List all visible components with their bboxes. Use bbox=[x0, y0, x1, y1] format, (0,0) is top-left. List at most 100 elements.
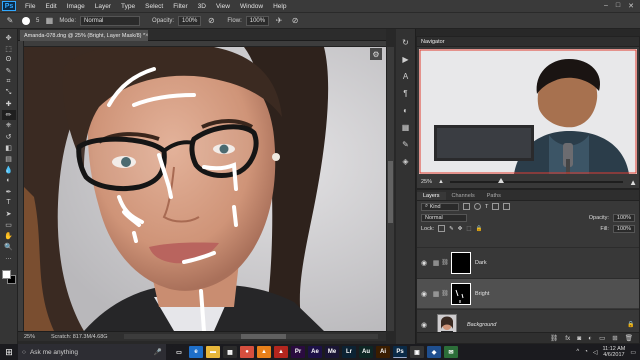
eyedropper-tool-icon[interactable]: ⤡ bbox=[2, 88, 16, 98]
notifications-icon[interactable]: ▭ bbox=[630, 349, 636, 356]
navigator-title[interactable]: Navigator bbox=[417, 37, 639, 47]
lasso-tool-icon[interactable]: ʘ bbox=[2, 55, 16, 65]
document-canvas[interactable] bbox=[24, 47, 386, 331]
foreground-color-swatch[interactable] bbox=[1, 270, 11, 279]
actions-panel-icon[interactable]: ▶ bbox=[399, 52, 413, 66]
pressure-opacity-icon[interactable]: ⊘ bbox=[205, 15, 217, 27]
taskbar-filezilla-icon[interactable]: ▲ bbox=[274, 346, 288, 358]
menu-view[interactable]: View bbox=[211, 3, 235, 10]
mask-link-icon[interactable]: ⛓ bbox=[441, 259, 449, 266]
hand-tool-icon[interactable]: ✋ bbox=[2, 231, 16, 241]
menu-edit[interactable]: Edit bbox=[40, 3, 61, 10]
pressure-size-icon[interactable]: ⊘ bbox=[289, 15, 301, 27]
tab-channels[interactable]: Channels bbox=[446, 192, 481, 200]
menu-file[interactable]: File bbox=[20, 3, 40, 10]
menu-select[interactable]: Select bbox=[140, 3, 168, 10]
lock-artboard-icon[interactable]: ⬚ bbox=[466, 226, 471, 232]
dodge-tool-icon[interactable]: ◐ bbox=[2, 176, 16, 186]
brush-panel-icon[interactable]: ✎ bbox=[399, 137, 413, 151]
maximize-button[interactable]: □ bbox=[616, 2, 620, 10]
brush-tool-icon[interactable]: ✏ bbox=[1, 110, 16, 120]
taskbar-after-effects-icon[interactable]: Ae bbox=[308, 346, 322, 358]
canvas-options-icon[interactable]: ⚙ bbox=[370, 48, 382, 60]
trash-icon[interactable]: 🗑 bbox=[625, 334, 633, 342]
menu-3d[interactable]: 3D bbox=[193, 3, 211, 10]
taskbar-search[interactable]: ○ Ask me anything 🎤 bbox=[18, 344, 166, 360]
vertical-scroll-thumb[interactable] bbox=[388, 160, 393, 224]
taskbar-illustrator-icon[interactable]: Ai bbox=[376, 346, 390, 358]
libraries-panel-icon[interactable]: ▦ bbox=[399, 120, 413, 134]
wifi-icon[interactable]: ◔ bbox=[584, 349, 588, 355]
taskbar-explorer-icon[interactable]: ▬ bbox=[206, 346, 220, 358]
volume-icon[interactable]: ◁ bbox=[593, 349, 598, 356]
document-tab[interactable]: Amanda-078.dng @ 25% (Bright, Layer Mask… bbox=[20, 30, 148, 41]
vertical-scrollbar[interactable] bbox=[386, 47, 394, 331]
taskbar-media-encoder-icon[interactable]: Me bbox=[325, 346, 339, 358]
close-window-button[interactable]: ✕ bbox=[628, 2, 634, 10]
quick-select-tool-icon[interactable]: ✎ bbox=[2, 66, 16, 76]
healing-tool-icon[interactable]: ✚ bbox=[2, 99, 16, 109]
history-brush-tool-icon[interactable]: ↺ bbox=[2, 132, 16, 142]
menu-image[interactable]: Image bbox=[62, 3, 90, 10]
layer-name[interactable]: Background bbox=[467, 322, 627, 328]
airbrush-icon[interactable]: ✈ bbox=[273, 15, 285, 27]
zoom-out-icon[interactable]: ▲ bbox=[438, 179, 444, 185]
color-swatches[interactable] bbox=[1, 270, 16, 284]
start-button[interactable]: ⊞ bbox=[0, 344, 18, 360]
fx-icon[interactable]: fx bbox=[565, 335, 570, 342]
taskbar-premiere-icon[interactable]: Pr bbox=[291, 346, 305, 358]
flow-field[interactable]: 100% bbox=[245, 15, 270, 26]
fill-field[interactable]: 100% bbox=[612, 224, 635, 233]
taskbar-app-dark-icon[interactable]: ▣ bbox=[410, 346, 424, 358]
layer-mask-thumbnail[interactable] bbox=[451, 251, 471, 274]
zoom-in-icon[interactable]: ▲ bbox=[629, 178, 637, 187]
zoom-slider-knob[interactable] bbox=[498, 178, 505, 183]
clone-stamp-tool-icon[interactable]: ⎈ bbox=[2, 121, 16, 131]
tab-paths[interactable]: Paths bbox=[481, 192, 507, 200]
more-tools-icon[interactable]: … bbox=[2, 253, 16, 263]
taskbar-chrome-icon[interactable]: ● bbox=[240, 346, 254, 358]
taskbar-store-icon[interactable]: ▦ bbox=[223, 346, 237, 358]
navigator-zoom-value[interactable]: 25% bbox=[421, 179, 432, 185]
navigator-zoom-slider[interactable] bbox=[449, 178, 624, 183]
tray-chevron-icon[interactable]: ^ bbox=[576, 349, 579, 355]
taskbar-task-view-icon[interactable]: ▭ bbox=[172, 346, 186, 358]
visibility-eye-icon[interactable]: ◉ bbox=[417, 290, 431, 298]
adjustment-filter-icon[interactable] bbox=[474, 203, 481, 210]
menu-type[interactable]: Type bbox=[116, 3, 140, 10]
character-panel-icon[interactable]: A bbox=[399, 69, 413, 83]
menu-filter[interactable]: Filter bbox=[168, 3, 192, 10]
menu-window[interactable]: Window bbox=[235, 3, 268, 10]
lock-transparent-icon[interactable] bbox=[438, 225, 446, 232]
taskbar-photoshop-icon[interactable]: Ps bbox=[393, 346, 407, 358]
minimize-button[interactable]: – bbox=[604, 2, 608, 10]
navigator-preview[interactable] bbox=[419, 49, 637, 174]
blur-tool-icon[interactable]: 💧 bbox=[2, 165, 16, 175]
brush-panel-toggle-icon[interactable]: ▦ bbox=[43, 15, 55, 27]
menu-help[interactable]: Help bbox=[268, 3, 291, 10]
type-tool-icon[interactable]: T bbox=[2, 198, 16, 208]
visibility-eye-icon[interactable]: ◉ bbox=[417, 259, 431, 267]
taskbar-app-blue-icon[interactable]: ◆ bbox=[427, 346, 441, 358]
type-filter-icon[interactable]: T bbox=[485, 204, 488, 210]
taskbar-audition-icon[interactable]: Au bbox=[359, 346, 373, 358]
eraser-tool-icon[interactable]: ◧ bbox=[2, 143, 16, 153]
paragraph-panel-icon[interactable]: ¶ bbox=[399, 86, 413, 100]
shape-filter-icon[interactable] bbox=[492, 203, 500, 210]
mask-link-icon[interactable]: ⛓ bbox=[441, 290, 449, 297]
pen-tool-icon[interactable]: ✒ bbox=[2, 187, 16, 197]
link-icon[interactable]: ⛓ bbox=[550, 334, 558, 342]
crop-tool-icon[interactable]: ⌗ bbox=[2, 77, 16, 87]
move-tool-icon[interactable]: ✥ bbox=[2, 33, 16, 43]
layer-mask-thumbnail[interactable] bbox=[451, 282, 471, 305]
layer-opacity-field[interactable]: 100% bbox=[612, 213, 635, 222]
opacity-field[interactable]: 100% bbox=[178, 15, 202, 26]
taskbar-app-green-icon[interactable]: ✉ bbox=[444, 346, 458, 358]
taskbar-lightroom-icon[interactable]: Lr bbox=[342, 346, 356, 358]
3d-panel-icon[interactable]: ◈ bbox=[399, 154, 413, 168]
lock-position-icon[interactable]: ✥ bbox=[458, 226, 463, 232]
brush-size-picker[interactable] bbox=[20, 15, 32, 27]
close-tab-icon[interactable]: × bbox=[145, 33, 148, 39]
marquee-tool-icon[interactable]: ⬚ bbox=[2, 44, 16, 54]
smart-object-filter-icon[interactable] bbox=[503, 203, 511, 210]
